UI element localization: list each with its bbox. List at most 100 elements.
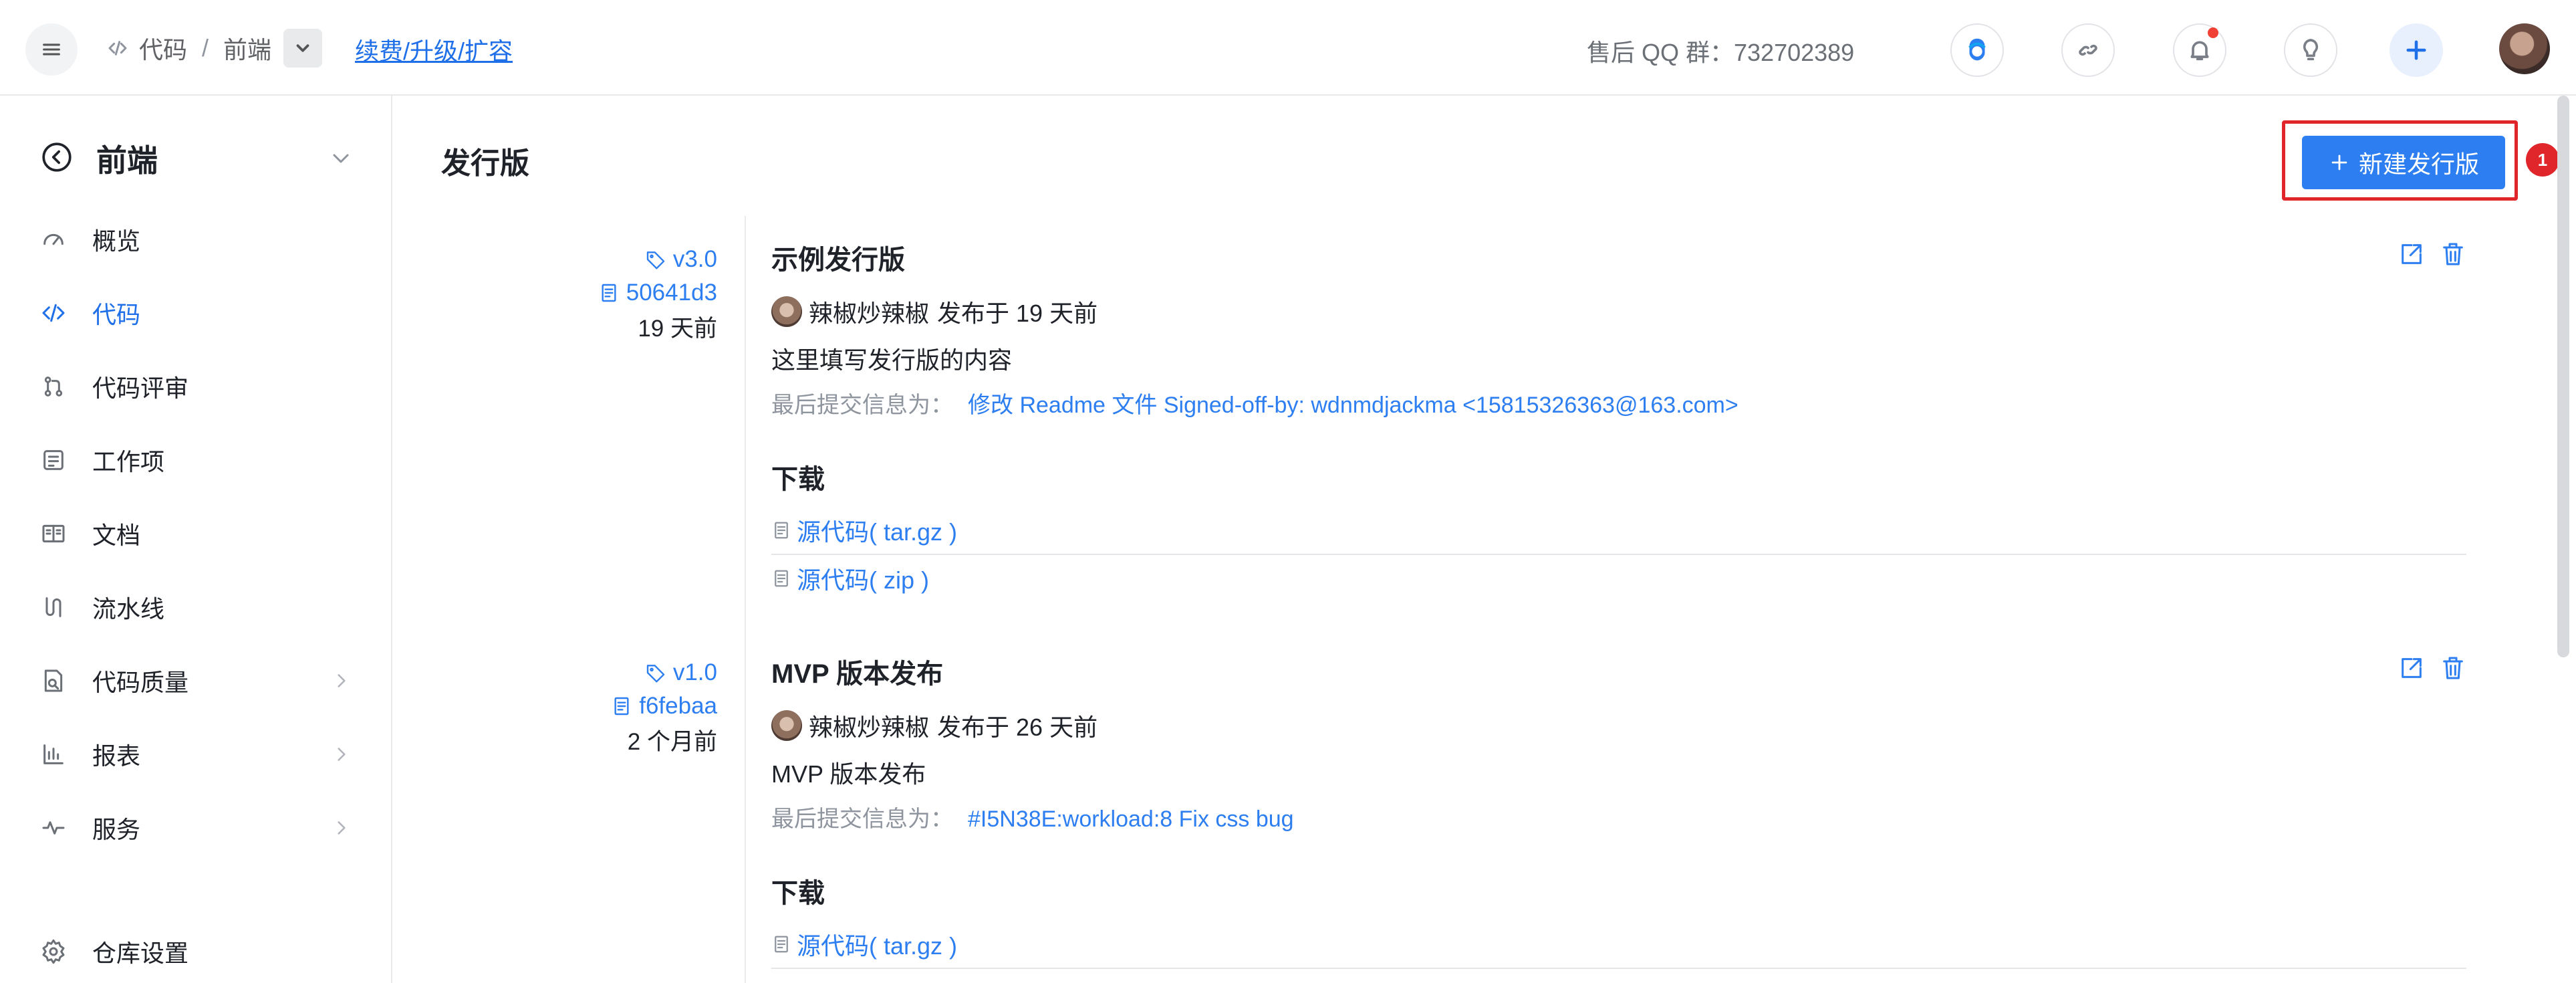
tag-icon [645,249,666,270]
top-header: 代码 / 前端 续费/升级/扩容 售后 QQ 群：732702389 [0,0,2576,96]
edit-icon[interactable] [2398,241,2425,271]
sidebar-item-pipeline[interactable]: 流水线 [39,587,353,627]
avatar[interactable] [2499,23,2550,74]
release-commit[interactable]: f6febaa [639,693,717,720]
sidebar-item-reports[interactable]: 报表 [39,734,353,774]
sidebar-item-label: 代码质量 [92,669,189,696]
sidebar-item-label: 流水线 [92,595,165,623]
breadcrumb: 代码 / 前端 [107,29,323,68]
annotation-badge: 1 [2526,143,2559,177]
pulse-icon [39,813,68,843]
download-tar-gz[interactable]: 源代码( tar.gz ) [771,921,2466,969]
dashboard-icon [39,225,68,254]
code-icon [107,37,128,59]
download-title: 下载 [771,879,825,908]
chevron-right-icon [330,743,353,766]
link-icon[interactable] [2061,23,2115,77]
release-tag[interactable]: v3.0 [673,246,717,273]
chevron-down-icon[interactable] [328,145,354,175]
avatar[interactable] [771,710,802,741]
sidebar-item-code-quality[interactable]: 代码质量 [39,661,353,701]
commit-icon [598,282,620,304]
last-commit-label: 最后提交信息为： [771,806,953,832]
release-tag[interactable]: v1.0 [673,659,717,686]
author-name[interactable]: 辣椒炒辣椒 [809,294,929,329]
download-list: 源代码( tar.gz ) 源代码( zip ) [771,507,2466,602]
chart-icon [39,740,68,769]
last-commit-link[interactable]: 修改 Readme 文件 Signed-off-by: wdnmdjackma … [968,393,1738,418]
sidebar-item-label: 仓库设置 [92,940,189,967]
release-actions [2398,241,2466,271]
sidebar-item-label: 服务 [92,816,141,843]
breadcrumb-code[interactable]: 代码 [139,31,187,66]
timeline-divider [745,216,746,983]
code-icon [39,298,68,328]
release-meta: v3.0 50641d3 19 天前 [598,243,717,343]
sidebar-item-docs[interactable]: 文档 [39,514,353,554]
download-label: 源代码( zip ) [797,566,930,594]
published-time: 发布于 26 天前 [937,714,1098,741]
avatar[interactable] [771,296,802,327]
sidebar-item-overview[interactable]: 概览 [39,219,353,259]
last-commit-link[interactable]: #I5N38E:workload:8 Fix css bug [968,806,1294,832]
download-label: 源代码( tar.gz ) [797,518,958,546]
sidebar-item-label: 代码评审 [92,374,189,402]
download-zip[interactable]: 源代码( zip ) [771,555,2466,602]
download-tar-gz[interactable]: 源代码( tar.gz ) [771,507,2466,555]
chevron-right-icon [330,669,353,692]
sidebar-item-label: 工作项 [92,448,165,475]
last-commit-label: 最后提交信息为： [771,393,953,418]
release-commit[interactable]: 50641d3 [626,280,717,306]
menu-icon[interactable] [25,23,78,76]
sidebar-item-label: 文档 [92,522,141,549]
release-description: MVP 版本发布 [771,760,926,788]
download-list: 源代码( tar.gz ) [771,921,2466,969]
published-time: 发布于 19 天前 [937,300,1098,327]
sidebar-title: 前端 [96,143,158,178]
assistant-icon[interactable] [1950,23,2004,77]
plus-icon[interactable] [2390,23,2443,77]
release-meta: v1.0 f6febaa 2 个月前 [611,656,717,756]
file-icon [771,568,791,588]
back-circle-icon[interactable] [40,140,74,177]
release-author-line: 辣椒炒辣椒 发布于 26 天前 [771,707,2466,744]
file-icon [771,934,791,954]
trash-icon[interactable] [2440,241,2466,271]
breadcrumb-repo[interactable]: 前端 [223,31,271,66]
download-label: 源代码( tar.gz ) [797,932,958,960]
sidebar-item-label: 概览 [92,227,141,255]
author-name[interactable]: 辣椒炒辣椒 [809,708,929,743]
scrollbar[interactable] [2557,96,2569,657]
sidebar-item-services[interactable]: 服务 [39,808,353,848]
release-description: 这里填写发行版的内容 [771,346,1013,374]
chevron-down-icon[interactable] [283,29,323,68]
merge-icon [39,372,68,401]
renew-upgrade-link[interactable]: 续费/升级/扩容 [355,32,513,67]
sidebar-item-repo-settings[interactable]: 仓库设置 [39,932,353,972]
new-release-label: 新建发行版 [2358,150,2479,178]
last-commit-line: 最后提交信息为： #I5N38E:workload:8 Fix css bug [771,800,2466,834]
release-age: 2 个月前 [627,728,717,755]
tag-icon [645,662,666,683]
settings-icon [39,937,68,966]
new-release-button[interactable]: 新建发行版 [2302,136,2505,189]
task-icon [39,445,68,475]
trash-icon[interactable] [2440,655,2466,685]
page-title: 发行版 [441,147,529,180]
bulb-icon[interactable] [2284,23,2337,77]
edit-icon[interactable] [2398,655,2425,685]
file-icon [771,520,791,540]
pipeline-icon [39,592,68,622]
sidebar-header[interactable]: 前端 [40,138,354,179]
sidebar-item-work-items[interactable]: 工作项 [39,440,353,480]
release-author-line: 辣椒炒辣椒 发布于 19 天前 [771,293,2466,330]
bell-icon[interactable] [2173,23,2226,77]
release-card: MVP 版本发布 辣椒炒辣椒 发布于 26 天前 MVP 版本发布 最后提交信息… [771,652,2466,969]
notification-dot [2208,27,2218,38]
breadcrumb-separator: / [202,34,209,62]
sidebar-item-code-review[interactable]: 代码评审 [39,366,353,407]
release-title: 示例发行版 [771,245,905,275]
sidebar-item-code[interactable]: 代码 [39,293,353,333]
release-card: 示例发行版 辣椒炒辣椒 发布于 19 天前 这里填写发行版的内容 最后提交信息为… [771,238,2466,602]
quality-icon [39,666,68,695]
